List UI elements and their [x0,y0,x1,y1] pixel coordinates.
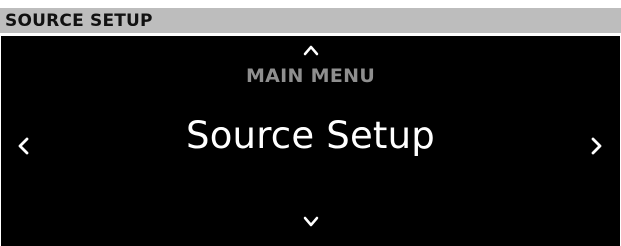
chevron-up-icon[interactable] [303,44,319,56]
chevron-right-icon[interactable] [589,136,603,156]
menu-display: MAIN MENU Source Setup [1,36,620,246]
title-bar: SOURCE SETUP [0,8,621,33]
chevron-down-icon[interactable] [303,216,319,228]
page-title: SOURCE SETUP [5,11,153,31]
current-menu-item: Source Setup [186,114,435,157]
parent-menu-label: MAIN MENU [245,65,376,87]
